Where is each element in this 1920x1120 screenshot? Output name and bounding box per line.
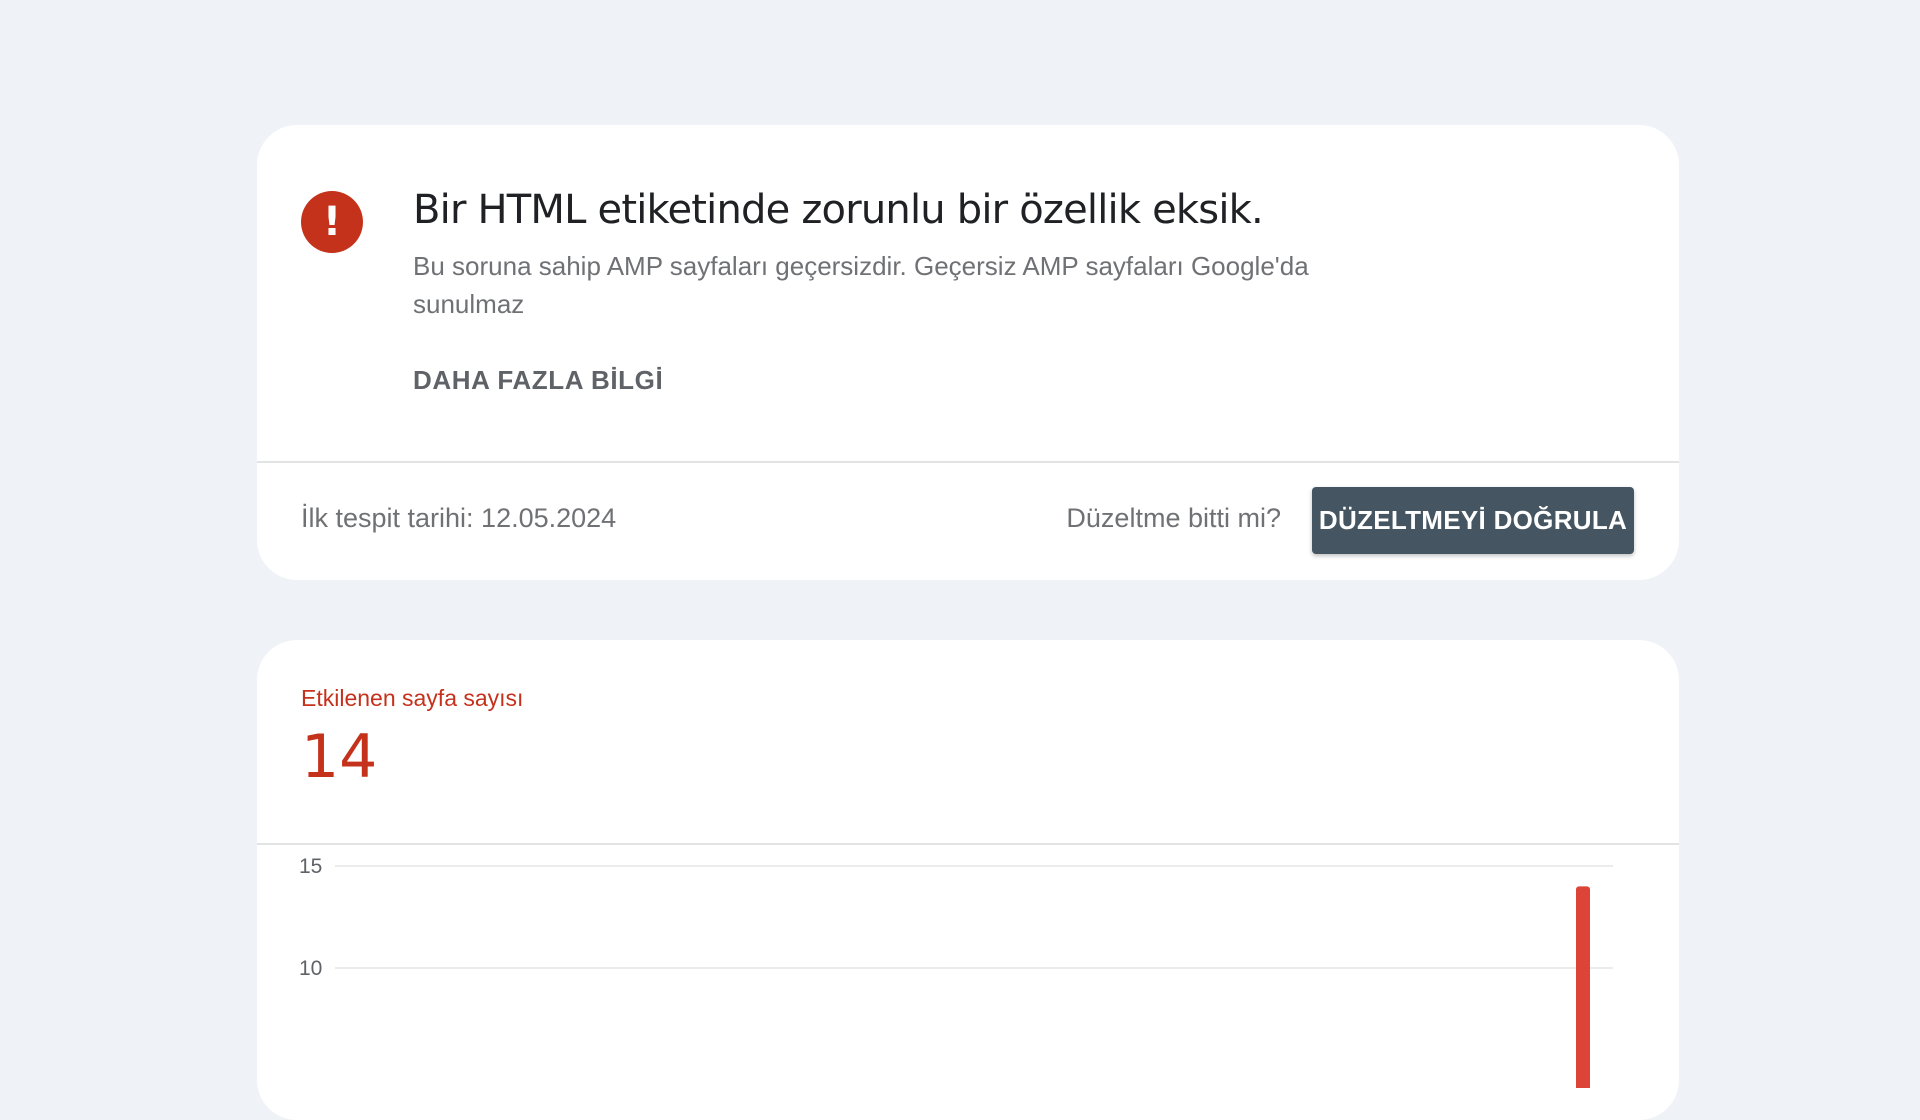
first-detected-date: İlk tespit tarihi: 12.05.2024 [301,503,617,533]
issue-title: Bir HTML etiketinde zorunlu bir özellik … [413,187,1264,233]
fix-question-label: Düzeltme bitti mi? [1066,503,1281,533]
divider [257,461,1679,463]
issue-header: ! Bir HTML etiketinde zorunlu bir özelli… [257,125,1679,461]
chart-bar[interactable] [1576,886,1590,1088]
y-tick-label: 10 [299,957,322,980]
affected-pages-chart: 15 10 [257,848,1679,1088]
divider [257,843,1679,845]
y-tick-label: 15 [299,855,322,878]
affected-pages-card: Etkilenen sayfa sayısı 14 15 10 [257,640,1679,1120]
issue-description: Bu soruna sahip AMP sayfaları geçersizdi… [413,251,1309,319]
issue-card: ! Bir HTML etiketinde zorunlu bir özelli… [257,125,1679,580]
learn-more-link[interactable]: DAHA FAZLA BİLGİ [413,365,663,396]
validate-fix-button[interactable]: DÜZELTMEYİ DOĞRULA [1312,487,1634,554]
affected-pages-count: 14 [301,722,378,792]
chart-svg: 1510 [299,855,1613,1088]
error-icon: ! [301,191,363,253]
affected-pages-label: Etkilenen sayfa sayısı [301,685,524,711]
